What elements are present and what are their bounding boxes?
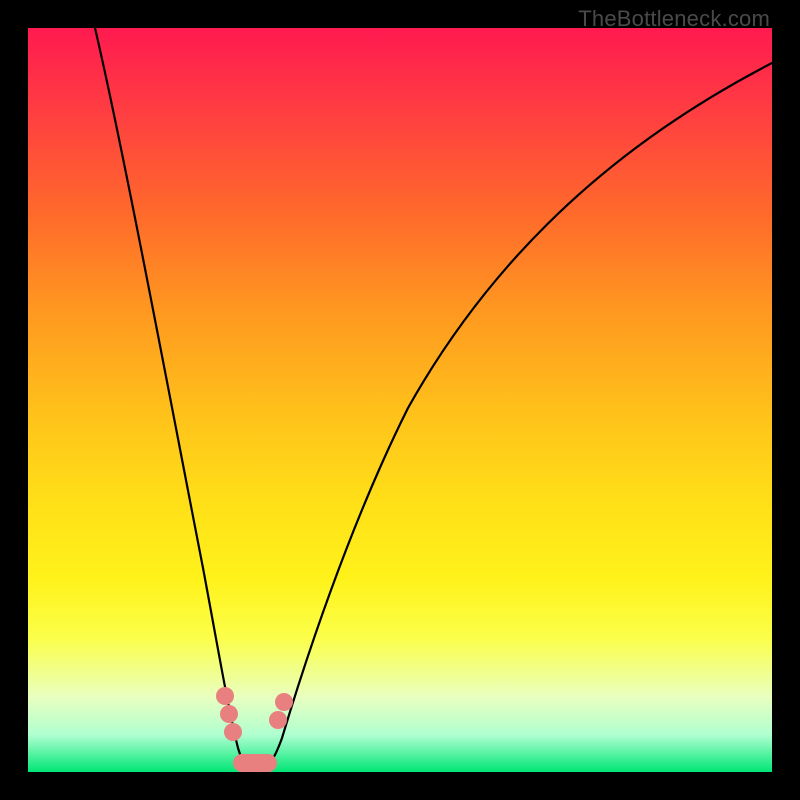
curve-marker xyxy=(275,693,293,711)
bottleneck-curve-svg xyxy=(28,28,772,772)
bottleneck-curve-path xyxy=(95,28,772,772)
curve-marker xyxy=(216,687,234,705)
attribution-label: TheBottleneck.com xyxy=(578,6,770,32)
curve-marker xyxy=(220,705,238,723)
chart-plot-area xyxy=(28,28,772,772)
curve-marker xyxy=(269,711,287,729)
curve-marker xyxy=(224,723,242,741)
curve-bottom-band xyxy=(233,754,277,772)
